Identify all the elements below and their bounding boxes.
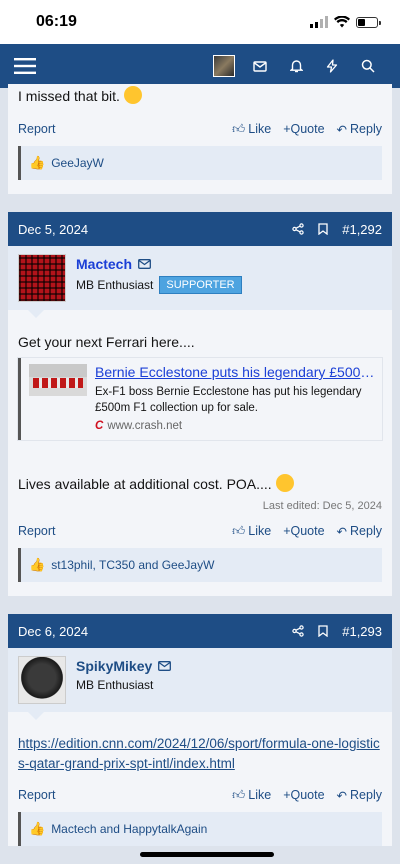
user-title: MB Enthusiast: [76, 278, 154, 292]
username[interactable]: SpikyMikey: [76, 658, 172, 674]
last-edited: Last edited: Dec 5, 2024: [262, 500, 382, 512]
bell-icon[interactable]: [278, 44, 314, 88]
reactions-list: st13phil, TC350 and GeeJayW: [51, 558, 215, 572]
report-button[interactable]: Report: [18, 122, 56, 136]
wink-emoji-icon: [275, 474, 294, 492]
like-label: Like: [248, 122, 272, 136]
reply-button[interactable]: ↶ Reply: [337, 122, 382, 137]
message-text: I missed that bit.: [18, 88, 120, 104]
post-1292: Dec 5, 2024 #1,292 Mactech MB Enthusiast…: [8, 212, 392, 596]
report-button[interactable]: Report: [18, 788, 56, 802]
envelope-icon[interactable]: [242, 44, 278, 88]
user-block: SpikyMikey MB Enthusiast: [8, 648, 392, 720]
link-preview-image: [29, 364, 87, 396]
message-text: Lives available at additional cost. POA.…: [18, 476, 272, 492]
site-label: www.crash.net: [107, 420, 183, 432]
like-button[interactable]: 👍︎ Like: [232, 788, 271, 803]
reactions-bar[interactable]: 👍 GeeJayW: [18, 146, 382, 180]
reply-button[interactable]: ↶ Reply: [337, 788, 382, 803]
report-button[interactable]: Report: [18, 524, 56, 538]
thread-content: I missed that bit. Report 👍︎ Like +Quote …: [0, 84, 400, 846]
thumbs-up-icon: 👍︎: [232, 121, 246, 136]
nav-actions: [206, 44, 386, 88]
thumbs-up-icon: 👍︎: [232, 787, 246, 802]
post-header: Dec 6, 2024 #1,293: [8, 614, 392, 648]
username[interactable]: Mactech: [76, 256, 242, 272]
thumbs-up-icon: 👍︎: [232, 523, 246, 538]
link-preview[interactable]: Bernie Ecclestone puts his legendary £50…: [17, 357, 383, 441]
like-label: Like: [248, 788, 272, 802]
reply-label: Reply: [350, 122, 382, 136]
post-message: I missed that bit.: [18, 84, 382, 106]
like-label: Like: [248, 524, 272, 538]
quote-button[interactable]: +Quote: [283, 122, 324, 136]
reactions-bar[interactable]: 👍 st13phil, TC350 and GeeJayW: [18, 548, 382, 582]
search-icon[interactable]: [350, 44, 386, 88]
reply-label: Reply: [350, 524, 382, 538]
avatar[interactable]: [18, 254, 66, 302]
quote-button[interactable]: +Quote: [283, 524, 324, 538]
reactions-bar[interactable]: 👍 Mactech and HappytalkAgain: [18, 812, 382, 846]
bookmark-icon[interactable]: [318, 625, 328, 637]
wifi-icon: [334, 16, 350, 28]
hamburger-icon[interactable]: [14, 44, 38, 88]
reply-icon: ↶: [336, 122, 348, 137]
status-icons: [310, 16, 381, 28]
reply-label: Reply: [350, 788, 382, 802]
post-message: Get your next Ferrari here....: [18, 334, 195, 350]
status-time: 06:19: [36, 13, 77, 30]
post-actions: Report 👍︎ Like +Quote ↶ Reply: [18, 112, 382, 146]
user-title: MB Enthusiast: [76, 678, 154, 692]
link-preview-description: Ex-F1 boss Bernie Ecclestone has put his…: [95, 386, 362, 414]
post-number[interactable]: #1,293: [342, 624, 382, 639]
post-header: Dec 5, 2024 #1,292: [8, 212, 392, 246]
post-date[interactable]: Dec 6, 2024: [18, 624, 88, 639]
status-bar: 06:19: [0, 0, 400, 44]
post-link[interactable]: https://edition.cnn.com/2024/12/06/sport…: [18, 734, 382, 774]
like-reaction-icon: 👍: [29, 821, 46, 836]
avatar[interactable]: [18, 656, 66, 704]
reactions-list: Mactech and HappytalkAgain: [51, 822, 208, 836]
top-navbar: [0, 44, 400, 88]
link-preview-title[interactable]: Bernie Ecclestone puts his legendary £50…: [95, 364, 377, 380]
signal-icon: [310, 16, 328, 28]
share-icon[interactable]: [292, 625, 304, 637]
post-actions: Report 👍︎ Like +Quote ↶ Reply: [18, 778, 382, 812]
reply-button[interactable]: ↶ Reply: [337, 524, 382, 539]
link-preview-site: Cwww.crash.net: [95, 420, 377, 432]
post-prev: I missed that bit. Report 👍︎ Like +Quote …: [8, 84, 392, 194]
envelope-icon[interactable]: [138, 259, 151, 269]
post-1293: Dec 6, 2024 #1,293 SpikyMikey MB Enthusi…: [8, 614, 392, 846]
bolt-icon[interactable]: [314, 44, 350, 88]
post-message: Lives available at additional cost. POA.…: [18, 474, 382, 494]
reactions-list: GeeJayW: [51, 156, 104, 170]
username-label: SpikyMikey: [76, 658, 153, 674]
account-avatar[interactable]: [206, 44, 242, 88]
battery-icon: [356, 16, 381, 28]
reply-icon: ↶: [336, 524, 348, 539]
bookmark-icon[interactable]: [318, 223, 328, 235]
user-block: Mactech MB Enthusiast SUPPORTER: [8, 246, 392, 318]
username-label: Mactech: [76, 256, 133, 272]
reply-icon: ↶: [336, 788, 348, 803]
like-reaction-icon: 👍: [29, 557, 46, 572]
post-number[interactable]: #1,292: [342, 222, 382, 237]
eye-roll-emoji-icon: [123, 86, 142, 104]
envelope-icon[interactable]: [158, 661, 172, 671]
like-button[interactable]: 👍︎ Like: [232, 122, 271, 137]
home-indicator: [140, 852, 274, 857]
post-actions: Report 👍︎ Like +Quote ↶ Reply: [18, 514, 382, 548]
like-reaction-icon: 👍: [29, 155, 46, 170]
crash-logo-icon: C: [95, 420, 104, 432]
supporter-badge: SUPPORTER: [159, 276, 242, 294]
like-button[interactable]: 👍︎ Like: [232, 524, 271, 539]
quote-button[interactable]: +Quote: [283, 788, 324, 802]
share-icon[interactable]: [292, 223, 304, 235]
post-date[interactable]: Dec 5, 2024: [18, 222, 88, 237]
